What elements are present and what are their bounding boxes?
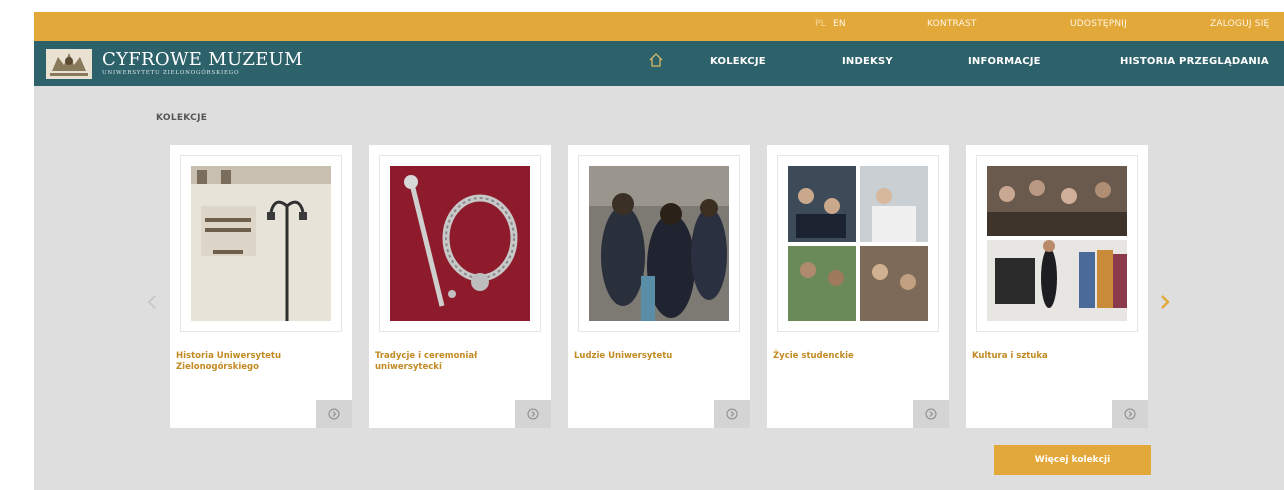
card-more-button[interactable]	[316, 400, 352, 428]
card-more-button[interactable]	[913, 400, 949, 428]
arrow-circle-icon	[726, 408, 738, 420]
login-link[interactable]: ZALOGUJ SIĘ	[1210, 19, 1269, 29]
card-more-button[interactable]	[1112, 400, 1148, 428]
carousel-prev-arrow-icon[interactable]	[147, 294, 157, 314]
arrow-circle-icon	[1124, 408, 1136, 420]
card-title[interactable]: Kultura i sztuka	[972, 351, 1142, 362]
card-frame	[180, 155, 342, 332]
card-more-button[interactable]	[515, 400, 551, 428]
top-utility-bar: PL EN KONTRAST UDOSTĘPNIJ ZALOGUJ SIĘ	[34, 12, 1284, 41]
nav-informacje[interactable]: INFORMACJE	[968, 56, 1041, 67]
card-title[interactable]: Ludzie Uniwersytetu	[574, 351, 744, 362]
nav-historia-przegladania[interactable]: HISTORIA PRZEGLĄDANIA	[1120, 56, 1269, 67]
card-title[interactable]: Tradycje i ceremoniał uniwersytecki	[375, 351, 545, 373]
card-title[interactable]: Historia Uniwersytetu Zielonogórskiego	[176, 351, 346, 373]
card-thumbnail[interactable]	[788, 166, 928, 321]
arrow-circle-icon	[328, 408, 340, 420]
lang-pl-link[interactable]: PL	[815, 19, 826, 29]
collection-card[interactable]: Życie studenckie	[767, 145, 949, 428]
card-thumbnail[interactable]	[390, 166, 530, 321]
lang-en-link[interactable]: EN	[833, 19, 846, 29]
card-frame	[379, 155, 541, 332]
card-thumbnail[interactable]	[589, 166, 729, 321]
arrow-circle-icon	[527, 408, 539, 420]
share-link[interactable]: UDOSTĘPNIJ	[1070, 19, 1127, 29]
collections-section: KOLEKCJE Historia Uniwersytetu Zielonogó…	[34, 86, 1284, 490]
nav-indeksy[interactable]: INDEKSY	[842, 56, 893, 67]
card-frame	[976, 155, 1138, 332]
nav-kolekcje[interactable]: KOLEKCJE	[710, 56, 766, 67]
arrow-circle-icon	[925, 408, 937, 420]
more-collections-button[interactable]: Więcej kolekcji	[994, 445, 1151, 475]
collection-card[interactable]: Historia Uniwersytetu Zielonogórskiego	[170, 145, 352, 428]
contrast-link[interactable]: KONTRAST	[927, 19, 977, 29]
main-navbar: CYFROWE MUZEUM UNIWERSYTETU ZIELONOGÓRSK…	[34, 41, 1284, 86]
site-logo[interactable]: CYFROWE MUZEUM UNIWERSYTETU ZIELONOGÓRSK…	[46, 46, 303, 82]
logo-title: CYFROWE MUZEUM	[102, 49, 303, 70]
carousel-next-arrow-icon[interactable]	[1160, 294, 1170, 314]
collection-card[interactable]: Tradycje i ceremoniał uniwersytecki	[369, 145, 551, 428]
card-frame	[777, 155, 939, 332]
collection-card[interactable]: Ludzie Uniwersytetu	[568, 145, 750, 428]
card-thumbnail[interactable]	[987, 166, 1127, 321]
logo-subtitle: UNIWERSYTETU ZIELONOGÓRSKIEGO	[102, 70, 240, 76]
card-title[interactable]: Życie studenckie	[773, 351, 943, 362]
card-frame	[578, 155, 740, 332]
card-thumbnail[interactable]	[191, 166, 331, 321]
eagle-emblem-icon	[46, 49, 92, 79]
collection-card[interactable]: Kultura i sztuka	[966, 145, 1148, 428]
home-icon[interactable]	[648, 52, 664, 72]
section-title: KOLEKCJE	[156, 113, 208, 123]
card-more-button[interactable]	[714, 400, 750, 428]
logo-text: CYFROWE MUZEUM UNIWERSYTETU ZIELONOGÓRSK…	[102, 51, 303, 77]
